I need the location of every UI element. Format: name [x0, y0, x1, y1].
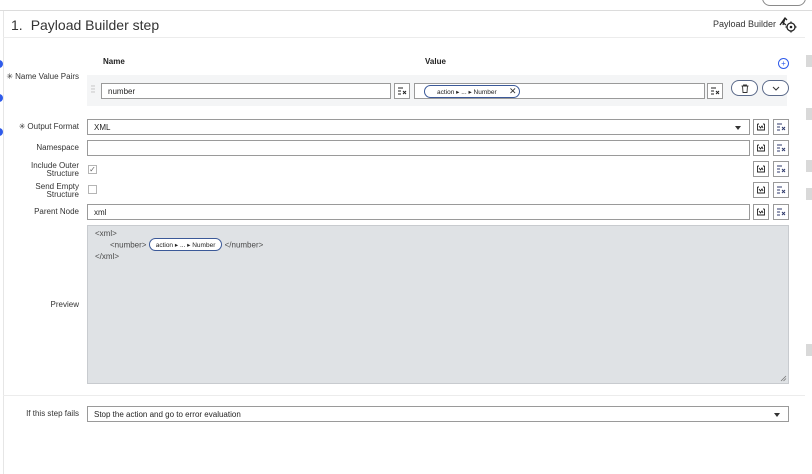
pill-picker-icon — [777, 144, 786, 152]
send-empty-structure-label: Send Empty Structure — [35, 182, 79, 199]
header-divider — [3, 37, 805, 38]
script-icon — [757, 144, 765, 152]
pill-picker-icon — [777, 208, 786, 216]
xml-preview: <xml> <number> action ▸ ... ▸ Number </n… — [87, 225, 789, 384]
preview-label: Preview — [50, 300, 79, 309]
script-toggle-button[interactable] — [753, 161, 769, 177]
parent-node-input[interactable]: xml — [87, 204, 750, 220]
dropdown-caret-icon — [774, 413, 780, 417]
pill-picker-icon — [777, 123, 786, 131]
include-outer-structure-checkbox[interactable]: ✓ — [88, 165, 97, 174]
pill-picker-icon — [777, 186, 786, 194]
required-icon: ✳ — [18, 122, 26, 131]
pill-picker-icon — [398, 87, 407, 95]
script-toggle-button[interactable] — [753, 119, 769, 135]
drag-handle-icon[interactable] — [91, 85, 95, 93]
namespace-input[interactable] — [87, 140, 750, 156]
script-icon — [757, 165, 765, 173]
step-type-label: Payload Builder — [713, 19, 777, 29]
step-title-text: Payload Builder step — [30, 17, 160, 33]
preview-line: <xml> — [95, 229, 117, 238]
data-pill-picker-button[interactable] — [773, 204, 789, 220]
pill-picker-icon — [777, 165, 786, 173]
on-failure-select[interactable]: Stop the action and go to error evaluati… — [87, 406, 789, 422]
pair-name-input[interactable]: number — [101, 83, 391, 99]
script-icon — [757, 208, 765, 216]
send-empty-structure-checkbox[interactable] — [88, 185, 97, 194]
script-toggle-button[interactable] — [753, 182, 769, 198]
trash-icon — [741, 84, 749, 93]
step-number: 1. — [11, 17, 23, 33]
data-pill-picker-button[interactable] — [773, 161, 789, 177]
script-icon — [757, 186, 765, 194]
preview-line: </xml> — [95, 252, 120, 261]
chevron-down-icon — [772, 86, 780, 91]
data-pill-picker-button[interactable] — [773, 140, 789, 156]
parent-node-label: Parent Node — [34, 207, 79, 216]
payload-builder-icon — [779, 16, 797, 33]
data-pill-picker-button[interactable] — [773, 182, 789, 198]
top-toolbar-pill[interactable] — [762, 0, 806, 6]
name-value-pairs-label: ✳ Name Value Pairs — [6, 72, 79, 81]
failure-divider — [3, 395, 805, 396]
include-outer-structure-label: Include Outer Structure — [30, 161, 79, 178]
preview-data-pill: action ▸ ... ▸ Number — [148, 238, 223, 251]
data-pill[interactable]: action ▸ ... ▸ Number — [424, 85, 520, 98]
dropdown-caret-icon — [735, 126, 741, 130]
resize-handle-icon[interactable] — [780, 375, 787, 382]
script-toggle-button[interactable] — [753, 204, 769, 220]
step-title: 1. Payload Builder step — [11, 17, 159, 33]
namespace-label: Namespace — [36, 143, 79, 152]
preview-line: <number> action ▸ ... ▸ Number </number> — [110, 238, 263, 252]
output-format-label: ✳ Output Format — [18, 122, 79, 131]
pill-picker-icon — [711, 87, 720, 95]
on-failure-label: If this step fails — [26, 409, 79, 418]
expand-pair-button[interactable] — [762, 80, 789, 96]
delete-pair-button[interactable] — [731, 80, 758, 96]
required-icon: ✳ — [6, 72, 14, 81]
script-toggle-button[interactable] — [753, 140, 769, 156]
value-column-header: Value — [425, 57, 446, 66]
output-format-select[interactable]: XML — [87, 119, 750, 135]
data-pill-picker-button[interactable] — [394, 83, 410, 99]
name-column-header: Name — [103, 57, 125, 66]
data-pill-picker-button[interactable] — [773, 119, 789, 135]
add-pair-icon[interactable]: + — [778, 58, 789, 69]
remove-pill-icon[interactable]: ✕ — [509, 87, 517, 96]
value-pill-picker-button[interactable] — [707, 83, 723, 99]
script-icon — [757, 123, 765, 131]
